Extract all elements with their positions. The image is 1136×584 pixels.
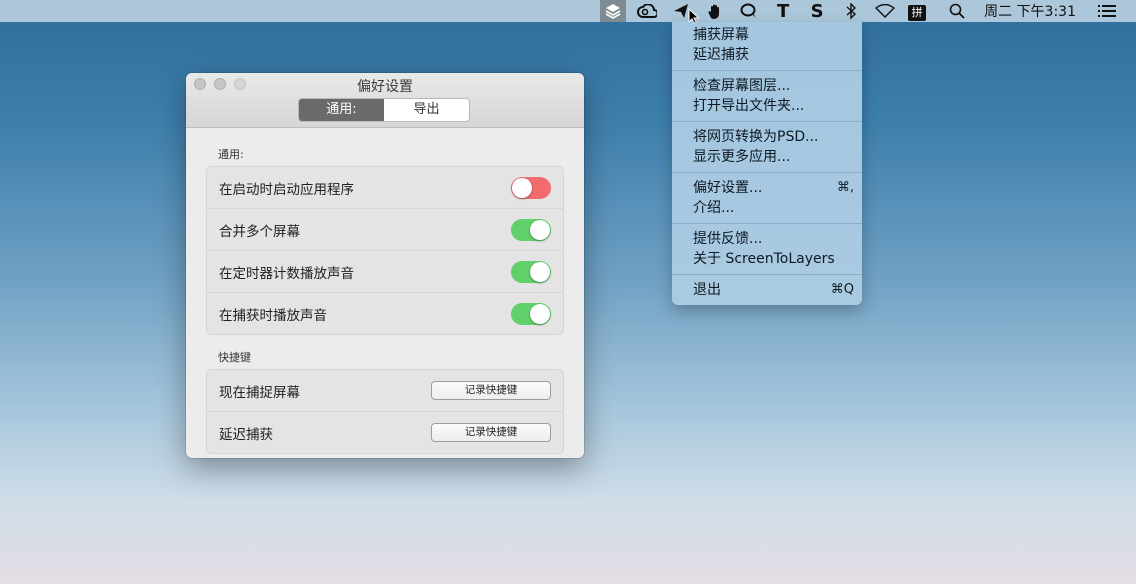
setting-label: 在定时器计数播放声音: [219, 265, 354, 282]
menu-item-label: 延迟捕获: [693, 47, 749, 63]
text-t-icon[interactable]: T: [772, 0, 794, 22]
wifi-icon[interactable]: [874, 0, 896, 22]
setting-label: 合并多个屏幕: [219, 223, 300, 240]
search-icon[interactable]: [946, 0, 968, 22]
shortcut-label: 现在捕捉屏幕: [219, 384, 300, 401]
window-titlebar[interactable]: 偏好设置 通用: 导出: [186, 73, 584, 128]
preferences-window: 偏好设置 通用: 导出 通用: 在启动时启动应用程序 合并多个屏幕 在定时器计数…: [186, 73, 584, 458]
chat-bubble-icon[interactable]: [738, 0, 760, 22]
shortcuts-group: 现在捕捉屏幕 记录快捷键 延迟捕获 记录快捷键: [206, 369, 564, 454]
menu-item-label: 打开导出文件夹...: [693, 98, 805, 114]
menu-separator: [672, 223, 862, 224]
menu-item-open-export-folder[interactable]: 打开导出文件夹...: [672, 96, 862, 116]
bluetooth-icon[interactable]: [840, 0, 862, 22]
record-shortcut-button[interactable]: 记录快捷键: [431, 381, 551, 400]
menu-item-shortcut: ⌘Q: [830, 282, 854, 297]
toggle-knob: [530, 261, 550, 282]
shortcut-label: 延迟捕获: [219, 426, 273, 443]
tab-export[interactable]: 导出: [384, 99, 469, 121]
input-method-label: 拼: [911, 5, 923, 19]
shortcut-row-delayed-capture: 延迟捕获 记录快捷键: [207, 411, 563, 453]
menu-item-label: 显示更多应用...: [693, 149, 791, 165]
menubar-clock[interactable]: 周二 下午3:31: [984, 0, 1076, 22]
menu-list-icon[interactable]: [1096, 0, 1118, 22]
menu-separator: [672, 172, 862, 173]
launch-at-login-toggle[interactable]: [511, 176, 551, 199]
menu-item-label: 将网页转换为PSD...: [693, 129, 819, 145]
timer-sound-toggle[interactable]: [511, 260, 551, 283]
menu-item-label: 捕获屏幕: [693, 27, 749, 43]
menu-item-label: 检查屏幕图层...: [693, 78, 791, 94]
s-icon[interactable]: S: [806, 0, 828, 22]
record-shortcut-button[interactable]: 记录快捷键: [431, 423, 551, 442]
shortcuts-section-label: 快捷键: [218, 351, 251, 364]
menu-separator: [672, 121, 862, 122]
tab-segmented-control: 通用: 导出: [298, 98, 470, 122]
menu-item-preferences[interactable]: 偏好设置... ⌘,: [672, 178, 862, 198]
menu-item-label: 退出: [693, 282, 721, 298]
menu-item-delayed-capture[interactable]: 延迟捕获: [672, 45, 862, 65]
status-menu-dropdown: 捕获屏幕 延迟捕获 检查屏幕图层... 打开导出文件夹... 将网页转换为PSD…: [672, 22, 862, 305]
setting-row-capture-sound: 在捕获时播放声音: [207, 292, 563, 334]
setting-label: 在捕获时播放声音: [219, 307, 327, 324]
toggle-knob: [530, 303, 550, 324]
screentolayers-icon[interactable]: [600, 0, 627, 22]
general-settings-group: 在启动时启动应用程序 合并多个屏幕 在定时器计数播放声音 在捕获时播放声音: [206, 166, 564, 335]
menu-item-shortcut: ⌘,: [836, 180, 854, 195]
menu-item-more-apps[interactable]: 显示更多应用...: [672, 147, 862, 167]
menu-item-label: 偏好设置...: [693, 180, 763, 196]
menu-item-introduction[interactable]: 介绍...: [672, 198, 862, 218]
menu-item-convert-webpage[interactable]: 将网页转换为PSD...: [672, 127, 862, 147]
setting-row-launch-at-login: 在启动时启动应用程序: [207, 167, 563, 208]
preferences-content: 通用: 在启动时启动应用程序 合并多个屏幕 在定时器计数播放声音 在捕获时播放声…: [186, 128, 584, 454]
menu-item-label: 提供反馈...: [693, 231, 763, 247]
setting-row-merge-screens: 合并多个屏幕: [207, 208, 563, 250]
menu-separator: [672, 70, 862, 71]
setting-row-timer-sound: 在定时器计数播放声音: [207, 250, 563, 292]
menu-item-about[interactable]: 关于 ScreenToLayers: [672, 249, 862, 269]
hand-icon[interactable]: [704, 0, 726, 22]
capture-sound-toggle[interactable]: [511, 302, 551, 325]
menu-item-label: 关于 ScreenToLayers: [693, 251, 835, 267]
toggle-knob: [530, 219, 550, 240]
menu-item-label: 介绍...: [693, 200, 735, 216]
input-method-icon[interactable]: 拼: [908, 4, 927, 21]
menu-item-inspect-layers[interactable]: 检查屏幕图层...: [672, 76, 862, 96]
toggle-knob: [512, 177, 532, 198]
general-section-label: 通用:: [218, 148, 244, 161]
menu-item-capture-screen[interactable]: 捕获屏幕: [672, 25, 862, 45]
shortcut-row-capture-now: 现在捕捉屏幕 记录快捷键: [207, 370, 563, 411]
menu-item-quit[interactable]: 退出 ⌘Q: [672, 280, 862, 300]
tab-general[interactable]: 通用:: [299, 99, 384, 121]
menu-bar: T S 拼 周二 下午3:31: [0, 0, 1136, 22]
menu-item-feedback[interactable]: 提供反馈...: [672, 229, 862, 249]
creative-cloud-icon[interactable]: [636, 0, 658, 22]
window-title: 偏好设置: [357, 79, 413, 95]
merge-screens-toggle[interactable]: [511, 218, 551, 241]
setting-label: 在启动时启动应用程序: [219, 181, 354, 198]
menu-separator: [672, 274, 862, 275]
